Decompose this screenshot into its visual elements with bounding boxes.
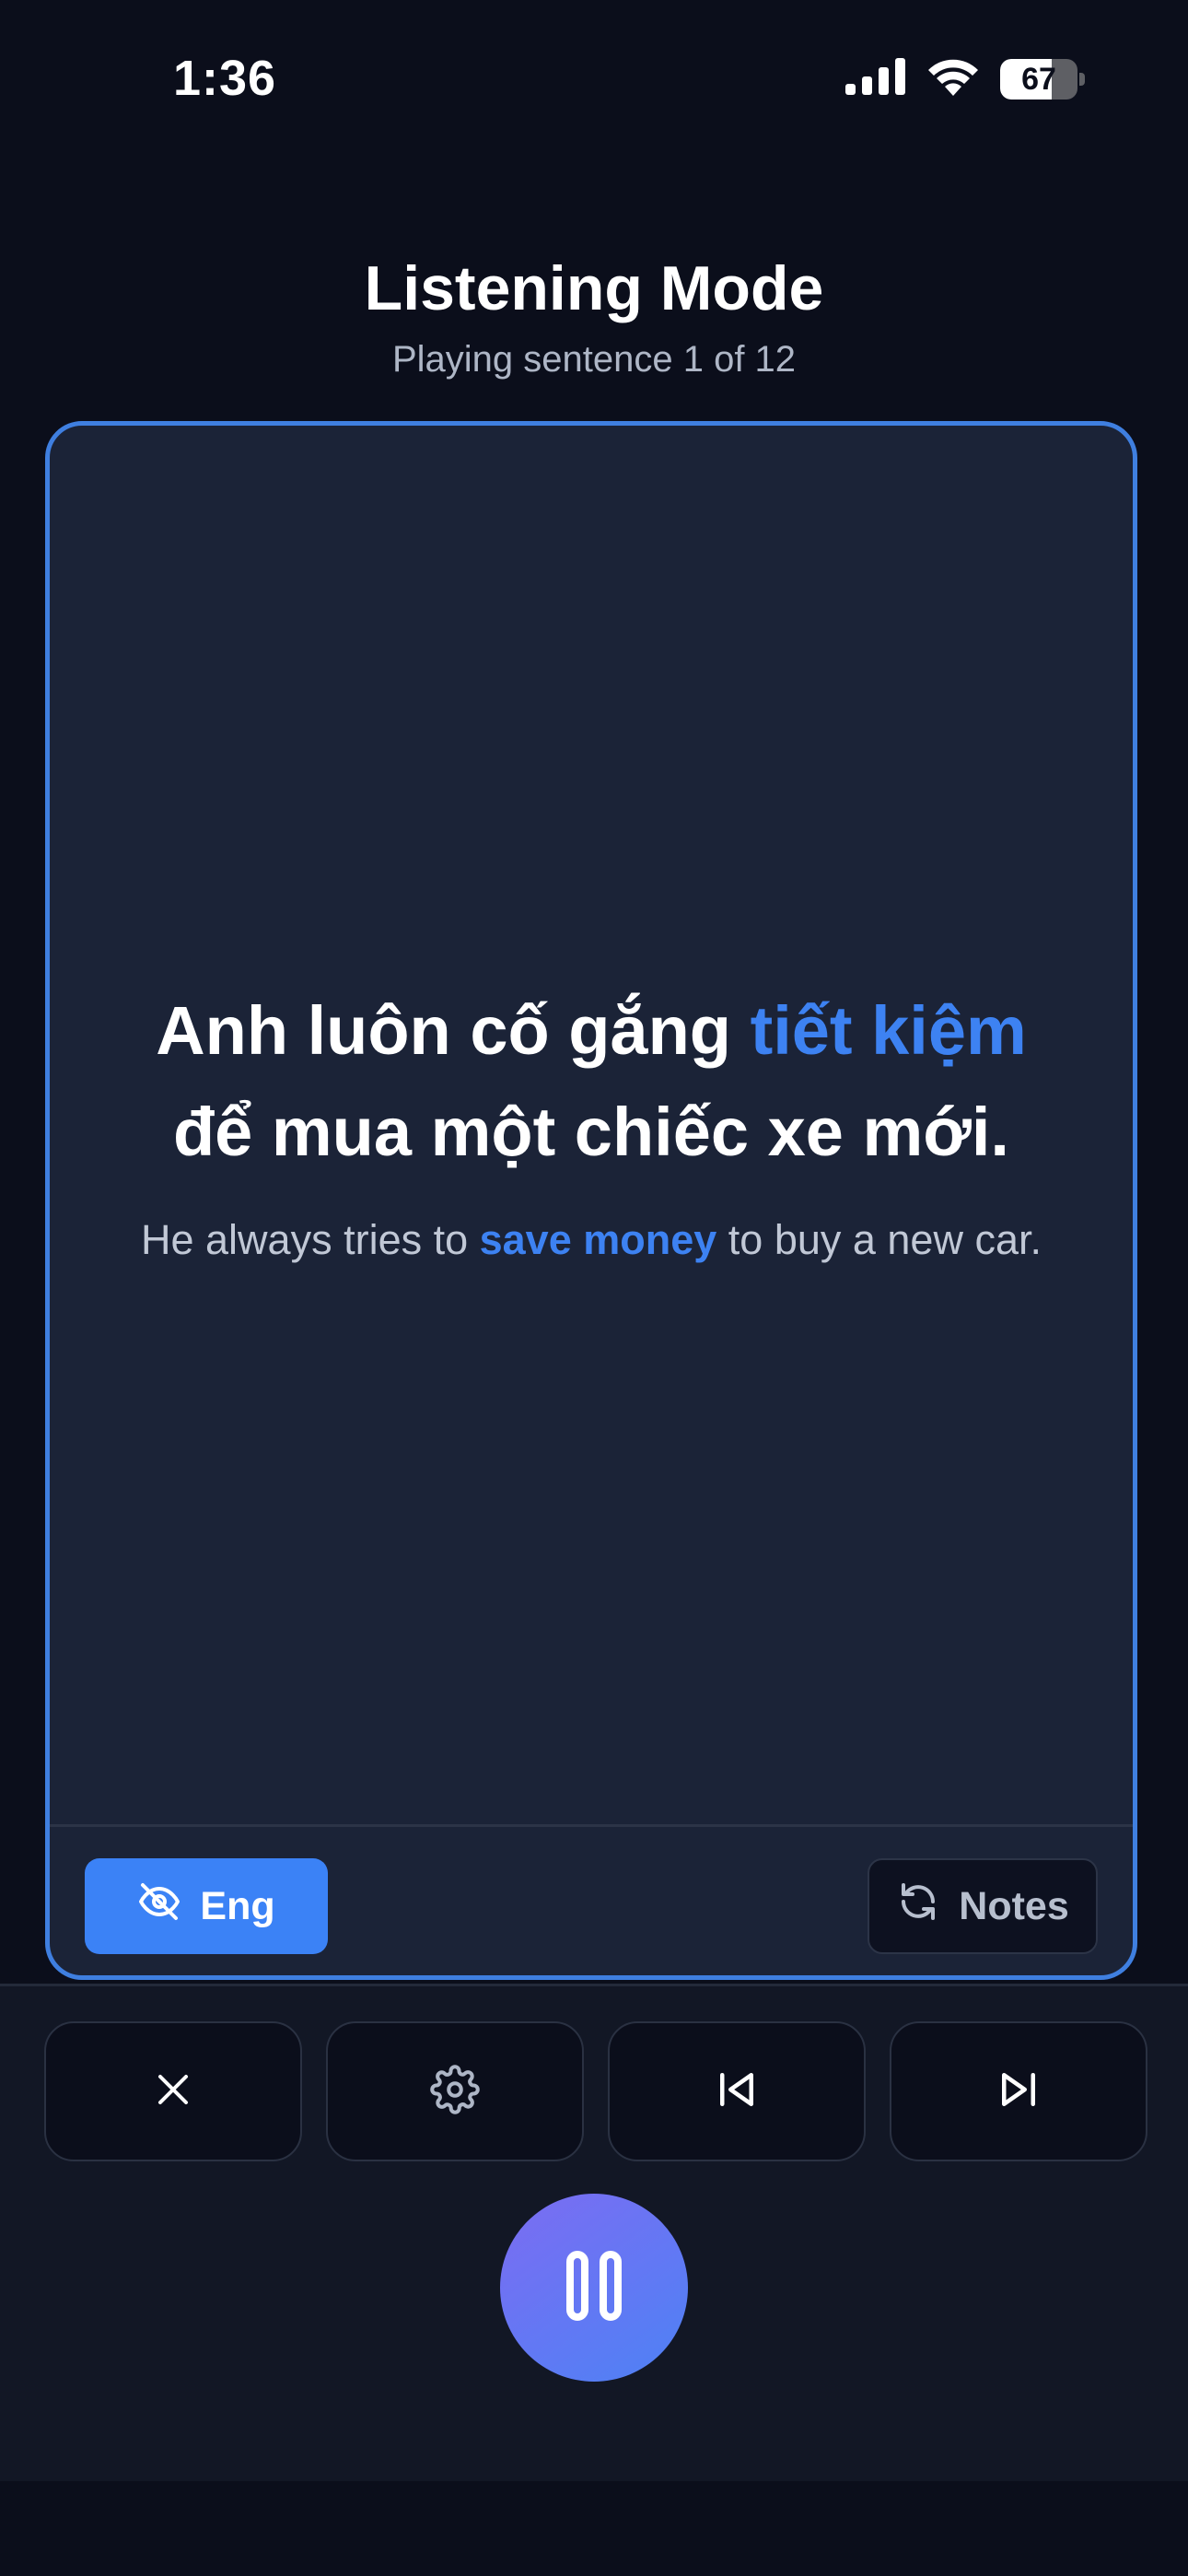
skip-previous-icon <box>712 2065 762 2119</box>
sentence-highlight: tiết kiệm <box>750 992 1027 1069</box>
cellular-signal-icon <box>845 58 906 100</box>
bottom-safe-area <box>0 2481 1188 2576</box>
settings-button[interactable] <box>326 2021 584 2161</box>
translation-text: He always tries to <box>141 1216 480 1263</box>
refresh-icon <box>896 1879 940 1934</box>
translation-text-end: to buy a new car. <box>716 1216 1042 1263</box>
sentence-text: Anh luôn cố gắng <box>156 992 751 1069</box>
eng-button-label: Eng <box>200 1883 275 1928</box>
wifi-icon <box>926 57 980 100</box>
english-translation: He always tries to save money to buy a n… <box>104 1211 1078 1270</box>
pause-icon <box>565 2249 623 2327</box>
previous-sentence-button[interactable] <box>608 2021 866 2161</box>
card-footer: Eng Notes <box>50 1827 1133 1975</box>
sentence-card: Anh luôn cố gắng tiết kiệm để mua một ch… <box>45 421 1137 1980</box>
status-time: 1:36 <box>173 51 277 106</box>
status-icons: 67 <box>845 57 1085 100</box>
control-row <box>44 2021 1147 2161</box>
sentence-text-line2: để mua một chiếc xe mới. <box>172 1094 1009 1170</box>
vietnamese-sentence: Anh luôn cố gắng tiết kiệm để mua một ch… <box>100 980 1082 1183</box>
battery-level: 67 <box>1021 61 1056 97</box>
notes-button-label: Notes <box>959 1883 1069 1928</box>
page-subtitle: Playing sentence 1 of 12 <box>391 339 797 380</box>
playback-controls <box>0 1984 1188 2484</box>
skip-next-icon <box>994 2065 1043 2119</box>
notes-button[interactable]: Notes <box>868 1858 1098 1954</box>
page-title: Listening Mode <box>364 253 824 323</box>
toggle-english-button[interactable]: Eng <box>85 1858 328 1954</box>
header: Listening Mode Playing sentence 1 of 12 <box>0 247 1188 385</box>
next-sentence-button[interactable] <box>890 2021 1147 2161</box>
battery-icon: 67 <box>1000 58 1085 100</box>
close-button[interactable] <box>44 2021 302 2161</box>
pause-button[interactable] <box>500 2194 688 2382</box>
translation-highlight: save money <box>479 1216 717 1263</box>
close-icon <box>151 2067 195 2116</box>
status-bar: 1:36 67 <box>0 0 1188 157</box>
settings-gear-icon <box>430 2064 480 2119</box>
eye-off-icon <box>137 1879 181 1934</box>
card-content: Anh luôn cố gắng tiết kiệm để mua một ch… <box>50 426 1133 1824</box>
